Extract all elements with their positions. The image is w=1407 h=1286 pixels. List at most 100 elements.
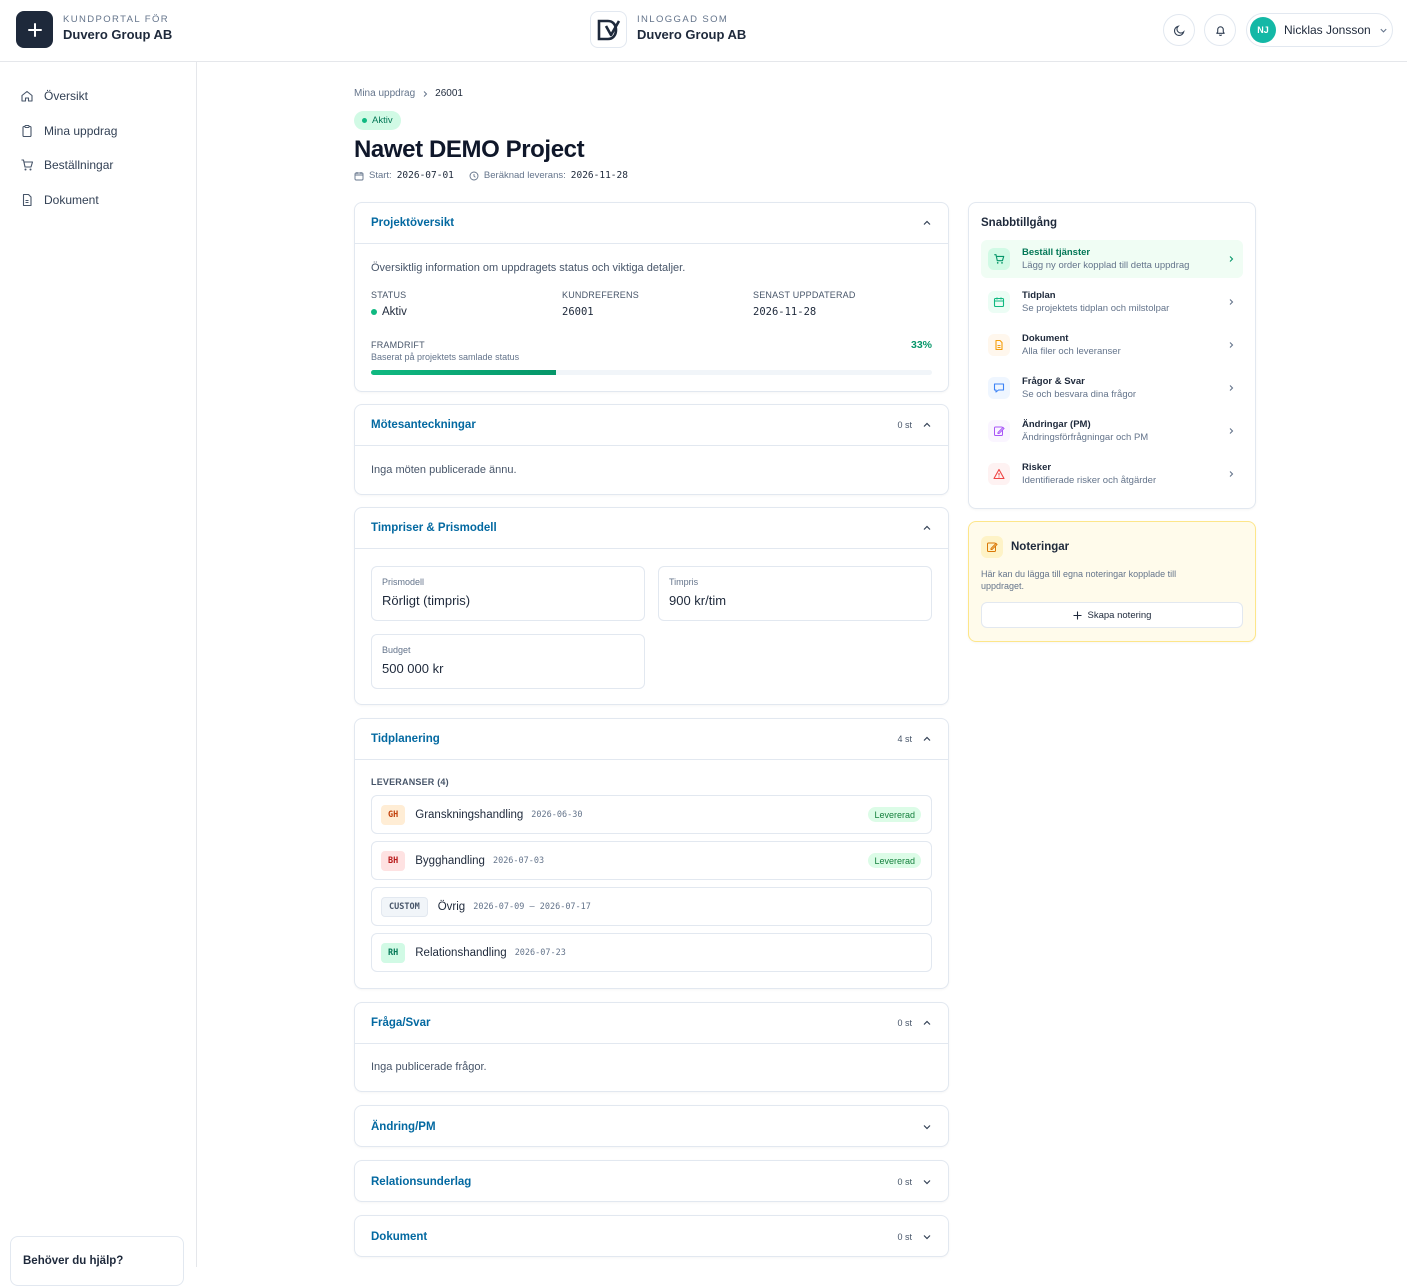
delivery-row[interactable]: CUSTOM Övrig 2026-07-09 – 2026-07-17 bbox=[371, 887, 932, 926]
help-box[interactable]: Behöver du hjälp? bbox=[10, 1236, 184, 1286]
logged-in-as: INLOGGAD SOM Duvero Group AB bbox=[637, 14, 746, 42]
chat-icon bbox=[988, 377, 1010, 399]
schedule-count: 4 st bbox=[897, 734, 912, 744]
pricing-card: Timpriser & Prismodell Prismodell Rörlig… bbox=[354, 507, 949, 705]
quick-item-title: Dokument bbox=[1022, 333, 1069, 344]
notifications-button[interactable] bbox=[1204, 14, 1236, 46]
document-icon bbox=[22, 193, 32, 207]
chevron-down-icon bbox=[923, 1124, 931, 1129]
documents-header[interactable]: Dokument 0 st bbox=[355, 1216, 948, 1257]
price-model-label: Prismodell bbox=[382, 577, 425, 587]
sidebar-item-mina-uppdrag[interactable]: Mina uppdrag bbox=[20, 121, 117, 141]
meetings-card: Mötesanteckningar 0 st Inga möten public… bbox=[354, 404, 949, 495]
delivery-status-badge: Levererad bbox=[868, 807, 921, 822]
qa-count: 0 st bbox=[897, 1018, 912, 1028]
hourly-rate-value: 900 kr/tim bbox=[669, 593, 727, 608]
start-label: Start: bbox=[369, 170, 392, 181]
delivery-code: CUSTOM bbox=[381, 896, 428, 917]
delivery-row[interactable]: RH Relationshandling 2026-07-23 bbox=[371, 933, 932, 972]
start-date: 2026-07-01 bbox=[396, 170, 454, 181]
delivery-row[interactable]: GH Granskningshandling 2026-06-30 Levere… bbox=[371, 795, 932, 834]
quick-questions[interactable]: Frågor & Svar Se och besvara dina frågor bbox=[981, 369, 1243, 407]
reference-value: 26001 bbox=[562, 306, 594, 318]
status-dot bbox=[371, 309, 377, 315]
schedule-title: Tidplanering bbox=[371, 733, 440, 745]
breadcrumb-parent[interactable]: Mina uppdrag bbox=[354, 88, 415, 99]
sidebar-item-bestallningar[interactable]: Beställningar bbox=[20, 155, 113, 175]
chevron-up-icon bbox=[923, 220, 931, 225]
chevron-right-icon bbox=[1229, 385, 1234, 391]
delivery-date: 2026-07-23 bbox=[514, 947, 566, 958]
overview-card: Projektöversikt Översiktlig information … bbox=[354, 202, 949, 392]
delivery-name: Granskningshandling bbox=[415, 808, 524, 821]
reference-label: KUNDREFERENS bbox=[562, 290, 639, 300]
quick-order-services[interactable]: Beställ tjänster Lägg ny order kopplad ti… bbox=[981, 240, 1243, 278]
quick-item-sub: Se och besvara dina frågor bbox=[1022, 389, 1137, 400]
sidebar-item-dokument[interactable]: Dokument bbox=[20, 190, 99, 210]
chevron-down-icon bbox=[1380, 28, 1387, 33]
plus-icon bbox=[1072, 610, 1082, 620]
file-icon bbox=[988, 334, 1010, 356]
user-menu-button[interactable]: NJ Nicklas Jonsson bbox=[1246, 13, 1393, 47]
quick-documents[interactable]: Dokument Alla filer och leveranser bbox=[981, 326, 1243, 364]
status-block: STATUS Aktiv bbox=[371, 290, 407, 318]
quick-changes[interactable]: Ändringar (PM) Ändringsförfrågningar och … bbox=[981, 412, 1243, 450]
quick-item-sub: Ändringsförfrågningar och PM bbox=[1022, 432, 1149, 443]
meetings-header[interactable]: Mötesanteckningar 0 st bbox=[355, 405, 948, 446]
delivery-date: 2026-07-09 – 2026-07-17 bbox=[473, 901, 591, 912]
qa-header[interactable]: Fråga/Svar 0 st bbox=[355, 1003, 948, 1044]
quick-item-sub: Lägg ny order kopplad till detta uppdrag bbox=[1022, 260, 1190, 271]
cart-icon bbox=[988, 248, 1010, 270]
overview-title: Projektöversikt bbox=[371, 217, 455, 229]
brand-name: Duvero Group AB bbox=[63, 27, 173, 42]
progress-fill bbox=[371, 370, 557, 375]
status-badge: Aktiv bbox=[354, 111, 401, 130]
breadcrumb: Mina uppdrag 26001 bbox=[354, 88, 463, 99]
documents-title: Dokument bbox=[371, 1230, 428, 1243]
delivery-status-badge: Levererad bbox=[868, 853, 921, 868]
hourly-rate-field: Timpris 900 kr/tim bbox=[658, 566, 932, 621]
theme-toggle-button[interactable] bbox=[1163, 14, 1195, 46]
sidebar-item-label: Beställningar bbox=[44, 158, 114, 172]
delivery-date: 2026-11-28 bbox=[570, 170, 628, 181]
quick-item-title: Tidplan bbox=[1022, 290, 1056, 301]
pricing-header[interactable]: Timpriser & Prismodell bbox=[355, 508, 948, 549]
pricing-title: Timpriser & Prismodell bbox=[371, 522, 497, 534]
warning-icon bbox=[988, 463, 1010, 485]
relation-title: Relationsunderlag bbox=[371, 1175, 472, 1188]
relation-header[interactable]: Relationsunderlag 0 st bbox=[355, 1161, 948, 1202]
quick-access-card: Snabbtillgång Beställ tjänster Lägg ny or… bbox=[968, 202, 1256, 509]
quick-risks[interactable]: Risker Identifierade risker och åtgärder bbox=[981, 455, 1243, 493]
sidebar-item-oversikt[interactable]: Översikt bbox=[20, 86, 88, 106]
notes-title: Noteringar bbox=[1011, 541, 1070, 553]
brand: KUNDPORTAL FÖR Duvero Group AB bbox=[63, 14, 172, 42]
new-button[interactable] bbox=[16, 11, 53, 48]
change-header[interactable]: Ändring/PM bbox=[355, 1106, 948, 1147]
project-meta: Start: 2026-07-01 Beräknad leverans: 202… bbox=[354, 170, 628, 181]
status-label: STATUS bbox=[371, 290, 407, 300]
delivery-name: Relationshandling bbox=[415, 946, 507, 959]
chevron-right-icon bbox=[1229, 256, 1234, 262]
qa-title: Fråga/Svar bbox=[371, 1017, 431, 1029]
sidebar: Översikt Mina uppdrag Beställningar Doku… bbox=[0, 62, 197, 1286]
delivery-row[interactable]: BH Bygghandling 2026-07-03 Levererad bbox=[371, 841, 932, 880]
updated-block: SENAST UPPDATERAD 2026-11-28 bbox=[753, 290, 856, 318]
overview-header[interactable]: Projektöversikt bbox=[355, 203, 948, 244]
chevron-up-icon bbox=[923, 525, 931, 530]
create-note-button[interactable]: Skapa notering bbox=[981, 602, 1243, 628]
change-card: Ändring/PM bbox=[354, 1105, 949, 1147]
quick-schedule[interactable]: Tidplan Se projektets tidplan och milstol… bbox=[981, 283, 1243, 321]
quick-item-sub: Identifierade risker och åtgärder bbox=[1022, 475, 1157, 486]
quick-item-title: Ändringar (PM) bbox=[1022, 419, 1091, 430]
brand-kicker: KUNDPORTAL FÖR bbox=[63, 14, 169, 25]
schedule-header[interactable]: Tidplanering 4 st bbox=[355, 719, 948, 760]
price-model-value: Rörligt (timpris) bbox=[382, 593, 471, 608]
chevron-down-icon bbox=[923, 1234, 931, 1239]
duvero-logo-icon bbox=[597, 19, 620, 40]
qa-empty: Inga publicerade frågor. bbox=[371, 1061, 487, 1073]
progress-label: FRAMDRIFT bbox=[371, 340, 425, 350]
meetings-empty: Inga möten publicerade ännu. bbox=[371, 464, 517, 476]
chevron-right-icon bbox=[1229, 471, 1234, 477]
avatar: NJ bbox=[1250, 17, 1276, 43]
budget-value: 500 000 kr bbox=[382, 661, 444, 676]
